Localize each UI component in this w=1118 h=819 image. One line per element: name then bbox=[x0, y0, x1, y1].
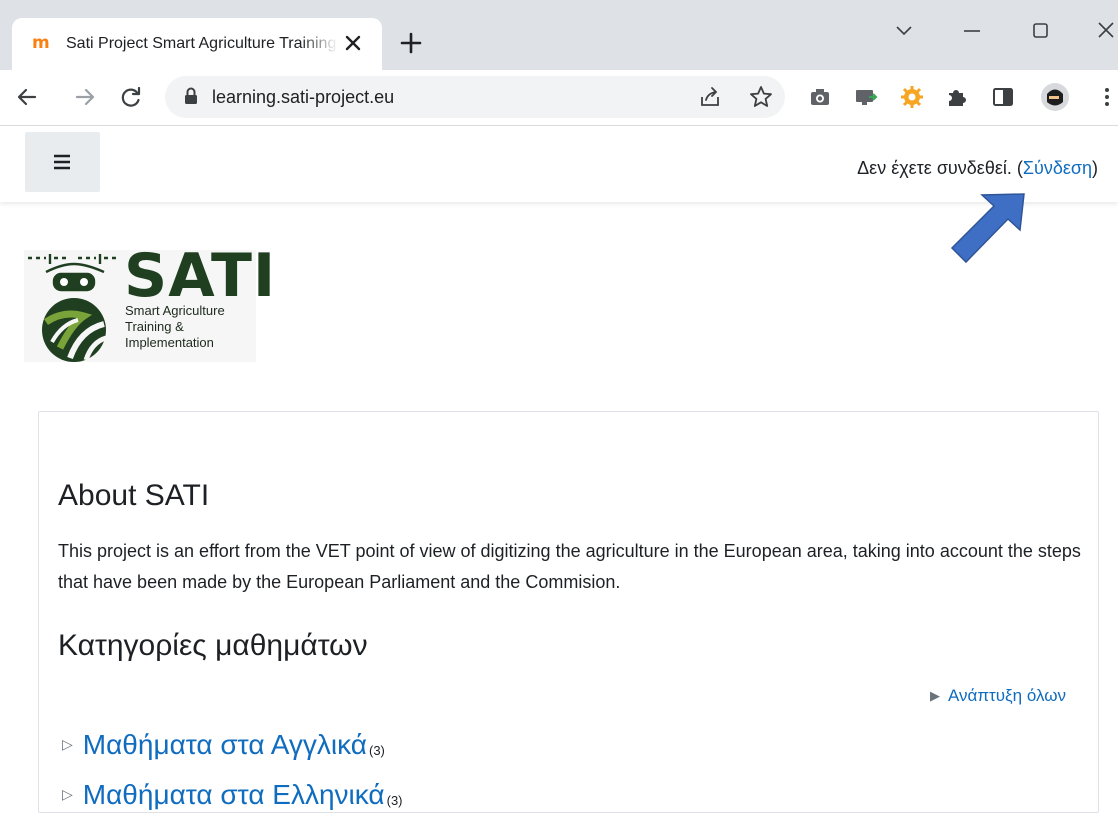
expand-all-link[interactable]: ▶ Ανάπτυξη όλων bbox=[930, 683, 1066, 709]
expand-triangle-icon: ▶ bbox=[929, 688, 940, 703]
camera-extension-icon[interactable] bbox=[807, 84, 833, 110]
drawer-toggle-button[interactable] bbox=[25, 132, 100, 192]
extensions-puzzle-icon[interactable] bbox=[944, 84, 970, 110]
new-tab-icon[interactable] bbox=[398, 30, 424, 56]
logo-tagline: Smart Agriculture Training & Implementat… bbox=[125, 303, 265, 351]
category-count: (3) bbox=[386, 793, 403, 808]
maximize-icon[interactable] bbox=[1026, 16, 1054, 44]
back-arrow-icon[interactable] bbox=[12, 82, 42, 112]
expand-all-label: Ανάπτυξη όλων bbox=[947, 686, 1066, 705]
tab-search-chevron-icon[interactable] bbox=[890, 16, 918, 44]
collapsed-triangle-icon[interactable]: ▷ bbox=[62, 776, 73, 812]
login-link[interactable]: Σύνδεση bbox=[1023, 158, 1092, 178]
gear-extension-icon[interactable] bbox=[899, 84, 925, 110]
moodle-icon: m bbox=[32, 33, 50, 53]
logo-tagline-line: Implementation bbox=[125, 335, 214, 350]
not-logged-in-text: Δεν έχετε συνδεθεί. ( bbox=[857, 158, 1023, 178]
lock-icon[interactable] bbox=[184, 86, 198, 106]
annotation-arrow-icon bbox=[950, 193, 1025, 264]
close-tab-icon[interactable] bbox=[340, 30, 366, 56]
category-count: (3) bbox=[369, 743, 385, 758]
forward-arrow-icon[interactable] bbox=[70, 82, 100, 112]
url-text[interactable]: learning.sati-project.eu bbox=[212, 84, 394, 110]
reload-icon[interactable] bbox=[116, 82, 146, 112]
share-icon[interactable] bbox=[697, 84, 723, 110]
cast-extension-icon[interactable] bbox=[853, 84, 879, 110]
logo-tagline-line: Training & bbox=[125, 319, 184, 334]
about-heading: About SATI bbox=[58, 479, 210, 512]
minimize-icon[interactable] bbox=[958, 16, 986, 44]
bookmark-star-icon[interactable] bbox=[748, 84, 774, 110]
field-icon bbox=[42, 298, 107, 362]
browser-menu-icon[interactable] bbox=[1100, 84, 1114, 110]
side-panel-icon[interactable] bbox=[990, 84, 1016, 110]
hamburger-menu-icon bbox=[54, 154, 70, 170]
login-info: Δεν έχετε συνδεθεί. (Σύνδεση) bbox=[857, 155, 1098, 181]
about-description: This project is an effort from the VET p… bbox=[58, 541, 1081, 592]
course-categories-heading: Κατηγορίες μαθημάτων bbox=[58, 629, 368, 662]
logo-tagline-line: Smart Agriculture bbox=[125, 303, 225, 318]
logo-name: SATI bbox=[124, 241, 277, 311]
category-name[interactable]: Μαθήματα στα Ελληνικά bbox=[83, 779, 385, 810]
close-window-icon[interactable] bbox=[1092, 16, 1118, 44]
category-name[interactable]: Μαθήματα στα Αγγλικά bbox=[83, 729, 367, 760]
collapsed-triangle-icon[interactable]: ▷ bbox=[62, 726, 73, 762]
profile-avatar-icon[interactable] bbox=[1040, 82, 1070, 112]
tab-title[interactable]: Sati Project Smart Agriculture Training … bbox=[66, 33, 338, 55]
category-item[interactable]: ▷ Μαθήματα στα Αγγλικά (3) bbox=[62, 726, 385, 769]
login-close-paren: ) bbox=[1092, 158, 1098, 178]
